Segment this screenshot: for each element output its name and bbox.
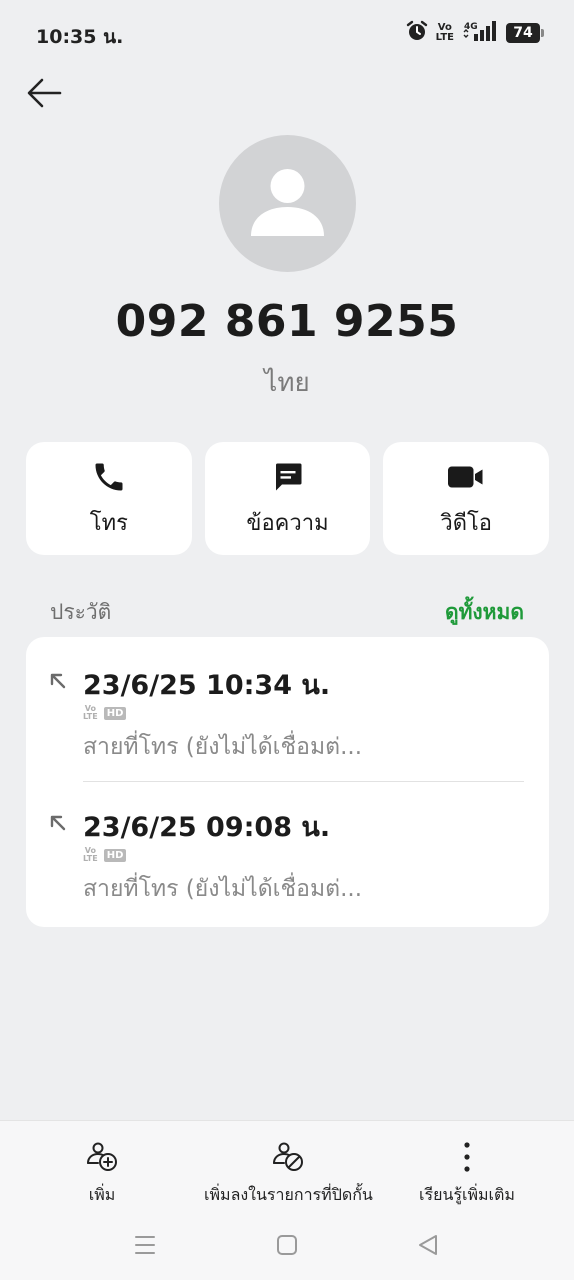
home-nav-button[interactable] xyxy=(276,1233,298,1261)
add-contact-icon xyxy=(84,1137,120,1177)
block-contact-label: เพิ่มลงในรายการที่ปิดกั้น xyxy=(204,1185,373,1204)
video-icon xyxy=(446,457,486,497)
person-icon xyxy=(251,169,324,236)
call-time: 23/6/25 10:34 น. xyxy=(83,670,331,701)
more-label: เรียนรู้เพิ่มเติม xyxy=(419,1185,515,1204)
back-button[interactable] xyxy=(24,72,66,114)
hd-badge: HD xyxy=(103,706,127,720)
signal-4g-icon: 4G xyxy=(462,20,498,46)
call-badges: Vo LTE HD xyxy=(83,704,127,721)
call-badges: Vo LTE HD xyxy=(83,846,127,863)
action-row: โทร ข้อความ วิดีโอ xyxy=(26,442,550,555)
add-contact-label: เพิ่ม xyxy=(88,1185,116,1204)
bottom-action-bar: เพิ่ม เพิ่มลงในรายการที่ปิดกั้น เรียนรู้… xyxy=(0,1120,574,1280)
arrow-left-icon xyxy=(27,78,62,108)
more-button[interactable]: เรียนรู้เพิ่มเติม xyxy=(419,1137,515,1208)
call-status: สายที่โทร (ยังไม่ได้เชื่อมต่... xyxy=(83,876,362,902)
volte-icon: Vo LTE xyxy=(435,22,454,43)
hd-badge: HD xyxy=(103,848,127,862)
video-call-button[interactable]: วิดีโอ xyxy=(383,442,550,555)
menu-lines-icon xyxy=(135,1236,155,1254)
block-contact-button[interactable]: เพิ่มลงในรายการที่ปิดกั้น xyxy=(204,1137,373,1208)
call-history-item[interactable]: 23/6/25 10:34 น. Vo LTE HD สายที่โทร (ยัง… xyxy=(26,637,549,777)
call-time: 23/6/25 09:08 น. xyxy=(83,812,331,843)
message-button[interactable]: ข้อความ xyxy=(204,442,371,555)
history-title: ประวัติ xyxy=(50,600,112,624)
volte-badge: Vo LTE xyxy=(83,704,98,721)
call-history-item[interactable]: 23/6/25 09:08 น. Vo LTE HD สายที่โทร (ยัง… xyxy=(26,779,549,919)
call-button[interactable]: โทร xyxy=(26,442,192,555)
phone-number: 092 861 9255 xyxy=(115,296,459,347)
outgoing-call-icon xyxy=(48,671,68,695)
battery-indicator: 74 xyxy=(506,23,544,43)
block-contact-icon xyxy=(270,1137,306,1177)
history-header: ประวัติ ดูทั้งหมด xyxy=(50,596,524,629)
location-label: ไทย xyxy=(264,368,310,398)
avatar xyxy=(219,135,356,272)
home-square-icon xyxy=(277,1235,297,1255)
see-all-link[interactable]: ดูทั้งหมด xyxy=(445,596,524,629)
video-label: วิดีโอ xyxy=(440,511,493,536)
phone-icon xyxy=(91,457,127,497)
status-time: 10:35 น. xyxy=(36,26,124,48)
call-label: โทร xyxy=(89,511,128,536)
message-label: ข้อความ xyxy=(246,511,329,536)
status-bar: 10:35 น. Vo LTE 4G 74 xyxy=(0,0,574,70)
outgoing-call-icon xyxy=(48,813,68,837)
more-vertical-icon xyxy=(449,1137,485,1177)
back-nav-button[interactable] xyxy=(417,1233,439,1261)
call-status: สายที่โทร (ยังไม่ได้เชื่อมต่... xyxy=(83,734,362,760)
triangle-back-icon xyxy=(419,1235,437,1255)
volte-badge: Vo LTE xyxy=(83,846,98,863)
status-icons: Vo LTE 4G 74 xyxy=(406,20,544,46)
system-nav-bar xyxy=(0,1229,574,1269)
call-history-card: 23/6/25 10:34 น. Vo LTE HD สายที่โทร (ยัง… xyxy=(26,637,549,927)
message-icon xyxy=(270,457,306,497)
add-contact-button[interactable]: เพิ่ม xyxy=(84,1137,120,1208)
alarm-icon xyxy=(406,20,428,46)
recents-nav-button[interactable] xyxy=(134,1233,156,1261)
